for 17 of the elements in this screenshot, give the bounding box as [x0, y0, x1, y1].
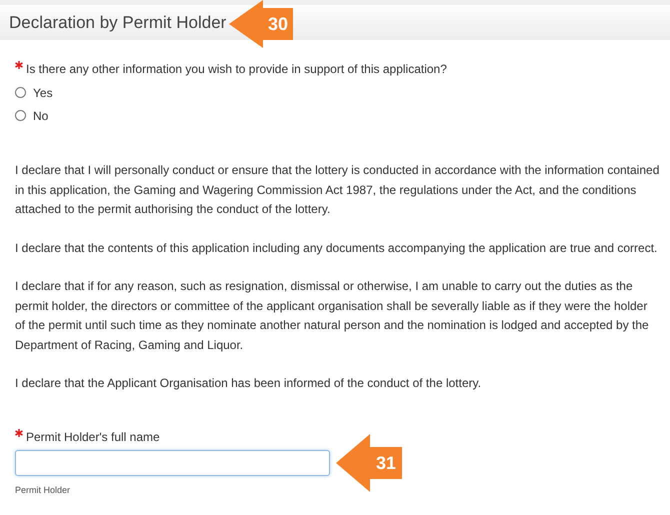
option-label: Yes — [33, 86, 53, 100]
step-number: 31 — [370, 446, 402, 478]
declaration-text: I declare that the Applicant Organisation has been informed of the conduct of the lottery. — [15, 375, 482, 392]
declaration-text: I declare that the contents of this application including any documents accompanying the application are true and correct. — [15, 240, 658, 256]
option-label: No — [33, 108, 48, 122]
declaration-text: I declare that I will personally conduct or ensure that the lottery is conducted in accordance with the information contained in this application, the Gaming and Wagering Commission Act 1987, the regulations under the Act, and the conditions attached to the permit authorising the conduct of the lottery. — [15, 162, 660, 218]
radio-button[interactable] — [15, 110, 26, 121]
radio-button[interactable] — [15, 87, 26, 98]
helper-text: Permit Holder — [15, 484, 72, 494]
declaration-text: I declare that if for any reason, such as resignation, dismissal or otherwise, I am unable to carry out the duties as the permit holder, the directors or committee of the applicant organisation shall be severally liable as if they were the holder of the permit until such time as they nominate another natural person and the nomination is lodged and accepted by the Department of Racing, Gaming and Liquor. — [15, 278, 650, 354]
arrow-icon — [229, 0, 263, 48]
section-title: Declaration by Permit Holder — [9, 12, 226, 32]
step-number: 30 — [263, 8, 294, 40]
input-field[interactable] — [15, 450, 330, 476]
field-label: Permit Holder's full name — [26, 430, 160, 444]
question-label: Is there any other information you wish to provide in support of this application? — [26, 62, 447, 76]
arrow-icon — [336, 434, 370, 492]
